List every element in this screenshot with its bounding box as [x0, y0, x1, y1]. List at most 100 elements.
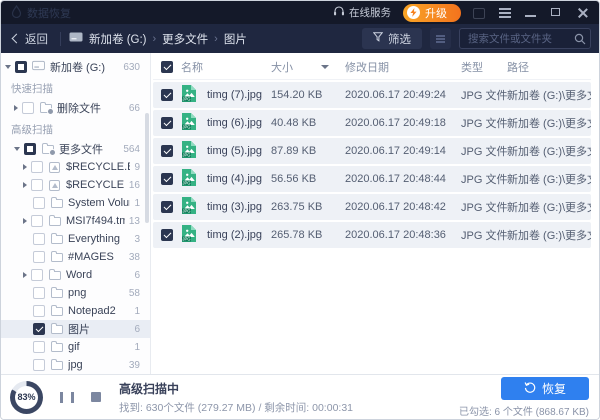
item-checkbox[interactable]	[33, 197, 45, 209]
expander-arrow-icon[interactable]	[23, 164, 27, 170]
online-service-button[interactable]: 在线服务	[333, 5, 391, 20]
sidebar-item[interactable]: 删除文件 66	[1, 99, 150, 117]
filter-button[interactable]: 筛选	[362, 28, 422, 49]
sidebar-item[interactable]: $RECYCLE.BIN 9	[1, 158, 150, 176]
item-checkbox[interactable]	[33, 323, 45, 335]
item-checkbox[interactable]	[31, 179, 43, 191]
expander-arrow-icon[interactable]	[23, 272, 27, 278]
expander-arrow-icon[interactable]	[23, 218, 27, 224]
item-count: 66	[129, 103, 150, 114]
sidebar-item[interactable]: Everything 3	[1, 230, 150, 248]
item-checkbox[interactable]	[31, 269, 43, 281]
feedback-icon[interactable]	[473, 7, 485, 19]
header-date[interactable]: 修改日期	[345, 59, 461, 75]
file-checkbox[interactable]	[161, 145, 173, 157]
view-options-button[interactable]	[430, 28, 451, 49]
item-checkbox[interactable]	[24, 143, 36, 155]
minimize-button[interactable]	[525, 7, 537, 19]
file-row[interactable]: JPG timg (5).jpg 87.89 KB 2020.06.17 20:…	[153, 138, 591, 164]
file-size: 154.20 KB	[271, 89, 345, 101]
maximize-button[interactable]	[551, 7, 563, 19]
header-size[interactable]: 大小	[271, 59, 293, 75]
file-path: 新加卷 (G:)\更多文件...	[507, 143, 591, 159]
file-checkbox[interactable]	[161, 173, 173, 185]
sidebar-item[interactable]: $RECYCLE.BIN 16	[1, 176, 150, 194]
header-path[interactable]: 路径	[507, 59, 591, 75]
breadcrumb-separator: ›	[153, 33, 157, 45]
sidebar-item[interactable]: #MAGES 38	[1, 248, 150, 266]
bin-icon	[47, 180, 62, 191]
header-type[interactable]: 类型	[461, 59, 507, 75]
sidebar-item[interactable]: png 58	[1, 284, 150, 302]
file-type: JPG 文件	[461, 171, 507, 187]
header-name[interactable]: 名称	[181, 59, 271, 75]
stop-button[interactable]	[91, 392, 101, 402]
item-label: 图片	[68, 321, 130, 337]
item-checkbox[interactable]	[15, 61, 27, 73]
sidebar-item[interactable]: 图片 6	[1, 320, 150, 338]
item-checkbox[interactable]	[33, 233, 45, 245]
file-row[interactable]: JPG timg (2).jpg 265.78 KB 2020.06.17 20…	[153, 222, 591, 248]
logo-drop-icon	[11, 5, 22, 21]
item-checkbox[interactable]	[31, 161, 43, 173]
sidebar-item[interactable]: MSI7f494.tmp 13	[1, 212, 150, 230]
recover-button[interactable]: 恢复	[501, 377, 589, 400]
search-icon[interactable]	[574, 32, 586, 50]
select-all-checkbox[interactable]	[161, 61, 173, 73]
sidebar-item[interactable]: Notepad2 1	[1, 302, 150, 320]
file-type: JPG 文件	[461, 199, 507, 215]
file-checkbox[interactable]	[161, 89, 173, 101]
sort-arrow-icon[interactable]	[321, 65, 329, 69]
expander-arrow-icon[interactable]	[14, 147, 20, 151]
expander-arrow-icon[interactable]	[5, 65, 11, 69]
item-checkbox[interactable]	[33, 359, 45, 371]
item-checkbox[interactable]	[33, 287, 45, 299]
item-count: 1	[134, 342, 150, 353]
item-label: #MAGES	[68, 251, 125, 263]
upgrade-button[interactable]: 升级	[403, 4, 461, 22]
file-row[interactable]: JPG timg (4).jpg 56.56 KB 2020.06.17 20:…	[153, 166, 591, 192]
item-checkbox[interactable]	[33, 251, 45, 263]
pause-button[interactable]	[60, 392, 74, 403]
search-input[interactable]	[459, 28, 591, 49]
item-checkbox[interactable]	[33, 341, 45, 353]
back-button[interactable]: 返回	[9, 31, 52, 47]
file-checkbox[interactable]	[161, 117, 173, 129]
file-checkbox[interactable]	[161, 201, 173, 213]
menu-icon[interactable]	[499, 7, 511, 19]
sidebar-item[interactable]: 更多文件 564	[1, 140, 150, 158]
sidebar-item[interactable]: Word 6	[1, 266, 150, 284]
file-checkbox[interactable]	[161, 229, 173, 241]
sidebar-item[interactable]: 新加卷 (G:) 630	[1, 58, 150, 76]
close-button[interactable]	[577, 7, 589, 19]
file-name: timg (5).jpg	[207, 145, 271, 157]
item-checkbox[interactable]	[33, 305, 45, 317]
folder-icon	[49, 343, 64, 352]
breadcrumb-folder[interactable]: 更多文件	[162, 31, 208, 47]
expander-arrow-icon[interactable]	[23, 182, 27, 188]
sidebar-item[interactable]: gif 1	[1, 338, 150, 356]
breadcrumb-current[interactable]: 图片	[224, 31, 247, 47]
breadcrumb-drive[interactable]: 新加卷 (G:)	[89, 31, 147, 47]
scan-progress-ring: 83%	[10, 381, 43, 414]
progress-percent: 83%	[17, 392, 35, 402]
chevron-left-icon	[12, 34, 22, 44]
file-date: 2020.06.17 20:48:44	[345, 173, 461, 185]
file-row[interactable]: JPG timg (7).jpg 154.20 KB 2020.06.17 20…	[153, 82, 591, 108]
file-row[interactable]: JPG timg (6).jpg 40.48 KB 2020.06.17 20:…	[153, 110, 591, 136]
item-checkbox[interactable]	[22, 102, 34, 114]
file-type: JPG 文件	[461, 143, 507, 159]
item-checkbox[interactable]	[31, 215, 43, 227]
expander-arrow-icon[interactable]	[14, 105, 18, 111]
svg-text:JPG: JPG	[182, 181, 190, 186]
folder-icon	[49, 325, 64, 334]
sidebar-item[interactable]: System Volume Inf... 1	[1, 194, 150, 212]
sidebar-item[interactable]: jpg 39	[1, 356, 150, 374]
sidebar-scrollbar[interactable]	[145, 113, 149, 223]
file-row[interactable]: JPG timg (3).jpg 263.75 KB 2020.06.17 20…	[153, 194, 591, 220]
jpg-file-icon: JPG	[181, 196, 207, 218]
item-label: Everything	[68, 233, 130, 245]
folder-tree-sidebar: 新加卷 (G:) 630 快速扫描 删除文件 66 高级扫描 更多文件 564 …	[1, 53, 151, 374]
app-logo-text: 数据恢复	[27, 5, 71, 21]
file-path: 新加卷 (G:)\更多文件...	[507, 115, 591, 131]
